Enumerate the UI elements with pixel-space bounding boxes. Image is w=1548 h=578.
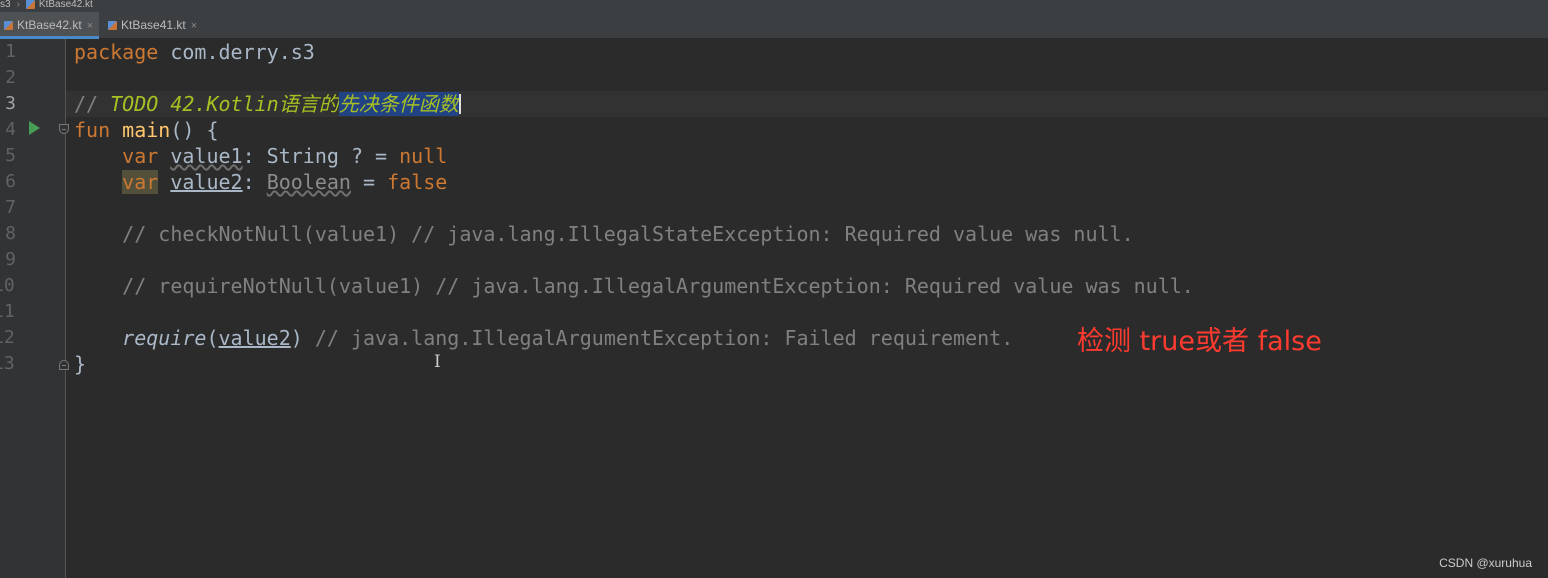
breadcrumb-file[interactable]: KtBase42.kt [39, 0, 93, 10]
type-name: Boolean [266, 170, 351, 194]
kotlin-file-icon [4, 21, 13, 30]
variable-name: value2 [170, 170, 243, 194]
editor-tab-bar: KtBase42.kt × KtBase41.kt × [0, 12, 1548, 39]
code-line-10: // requireNotNull(value1) // java.lang.I… [74, 274, 1194, 298]
line-number: 13 [0, 353, 15, 374]
code-text: = [350, 170, 388, 194]
tab-ktbase42[interactable]: KtBase42.kt × [0, 12, 100, 39]
mouse-cursor-icon: I [434, 352, 441, 372]
line-number: 11 [0, 301, 15, 322]
run-gutter-icon[interactable] [29, 121, 40, 135]
keyword: var [122, 170, 159, 194]
line-number-gutter[interactable]: 1 2 3 4 5 6 7 8 9 10 11 12 13 [0, 39, 66, 578]
code-line-1: package com.derry.s3 [74, 39, 315, 65]
code-text: () { [170, 118, 219, 142]
line-number: 3 [5, 93, 16, 114]
line-number: 7 [5, 197, 16, 218]
line-number: 10 [0, 275, 15, 296]
null-literal: null [399, 144, 448, 168]
keyword: fun [74, 118, 111, 142]
breadcrumb-folder[interactable]: s3 [0, 0, 11, 10]
line-number: 12 [0, 327, 15, 348]
keyword: package [74, 40, 159, 64]
breadcrumb: s3 › KtBase42.kt [0, 0, 1548, 12]
keyword: var [122, 144, 159, 168]
code-line-3: // TODO 42.Kotlin语言的先决条件函数 [74, 91, 461, 117]
code-editor[interactable]: package com.derry.s3 // TODO 42.Kotlin语言… [66, 39, 1548, 578]
line-number: 5 [5, 145, 16, 166]
argument: value2 [218, 326, 291, 350]
code-text: ) [290, 326, 303, 350]
boolean-literal: false [387, 170, 448, 194]
breadcrumb-separator: › [16, 0, 20, 10]
red-annotation: 检测 true或者 false [1077, 326, 1322, 357]
line-number: 2 [5, 67, 16, 88]
line-number: 1 [5, 41, 16, 62]
watermark: CSDN @xuruhua [1439, 556, 1532, 570]
function-call: require [122, 326, 207, 350]
line-number: 8 [5, 223, 16, 244]
code-line-6: var value2: Boolean = false [74, 169, 447, 195]
package-name: com.derry.s3 [158, 40, 315, 64]
selected-text: 先决条件函数 [338, 92, 459, 116]
text-caret [458, 94, 461, 114]
function-name: main [110, 118, 171, 142]
tab-label: KtBase41.kt [121, 18, 186, 32]
code-text: : [242, 170, 267, 194]
code-text: ( [206, 326, 219, 350]
kotlin-file-icon [25, 0, 35, 9]
line-number: 9 [5, 249, 16, 270]
close-icon[interactable]: × [87, 20, 93, 32]
tab-ktbase41[interactable]: KtBase41.kt × [104, 12, 203, 38]
line-number: 4 [5, 119, 16, 140]
code-text: : String ? = [242, 144, 400, 168]
code-line-12: require(value2) // java.lang.IllegalArgu… [74, 325, 1013, 351]
variable-name: value1 [170, 144, 243, 168]
comment-prefix: // [74, 92, 111, 116]
code-line-4: fun main() { [74, 117, 219, 143]
line-number: 6 [5, 171, 16, 192]
code-line-5: var value1: String ? = null [74, 143, 447, 169]
close-icon[interactable]: × [191, 20, 197, 32]
kotlin-file-icon [108, 21, 117, 30]
comment: // java.lang.IllegalArgumentException: F… [302, 326, 1014, 350]
tab-label: KtBase42.kt [17, 18, 82, 32]
code-line-8: // checkNotNull(value1) // java.lang.Ill… [74, 222, 1134, 246]
todo-comment: TODO 42.Kotlin语言的 [110, 92, 339, 116]
code-line-13: } [74, 352, 87, 376]
